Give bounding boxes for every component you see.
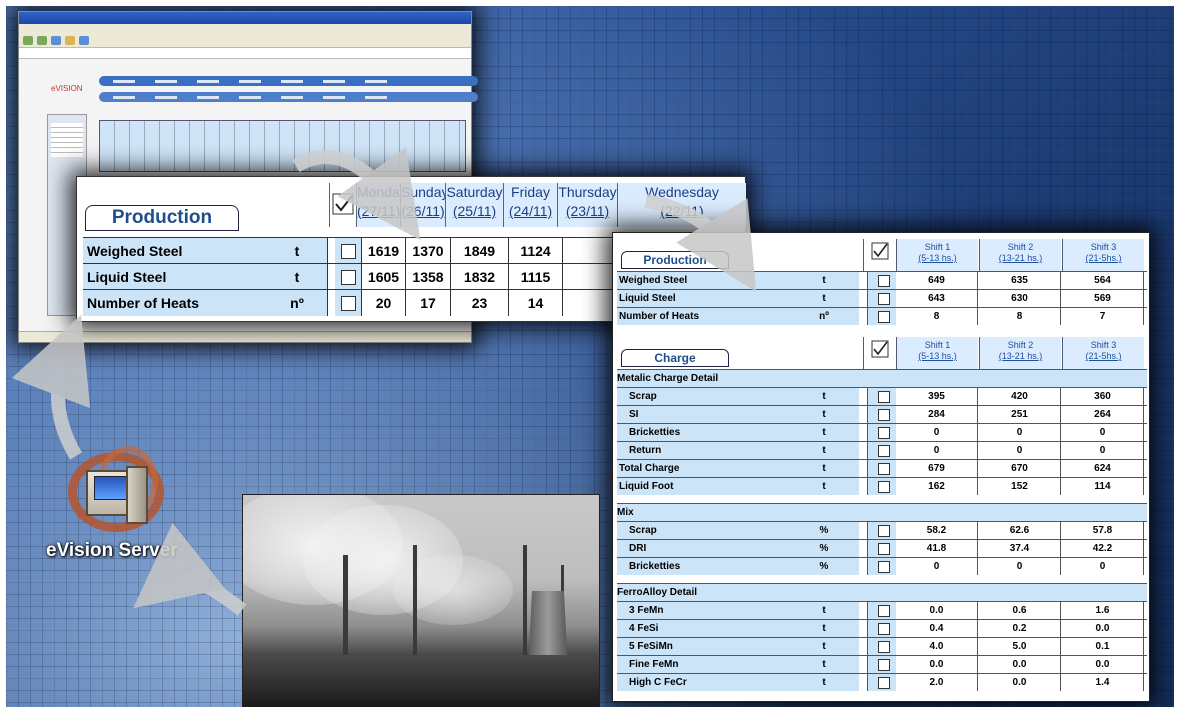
collage-background: eVISION Production Monday (27/11) Sunday (2… (6, 6, 1174, 707)
arrow-production-to-detail (644, 194, 757, 292)
flow-arrows (11, 147, 757, 616)
arrow-browser-to-production (292, 147, 421, 241)
arrow-plant-to-server (133, 522, 247, 616)
arrow-server-to-browser (11, 314, 91, 460)
